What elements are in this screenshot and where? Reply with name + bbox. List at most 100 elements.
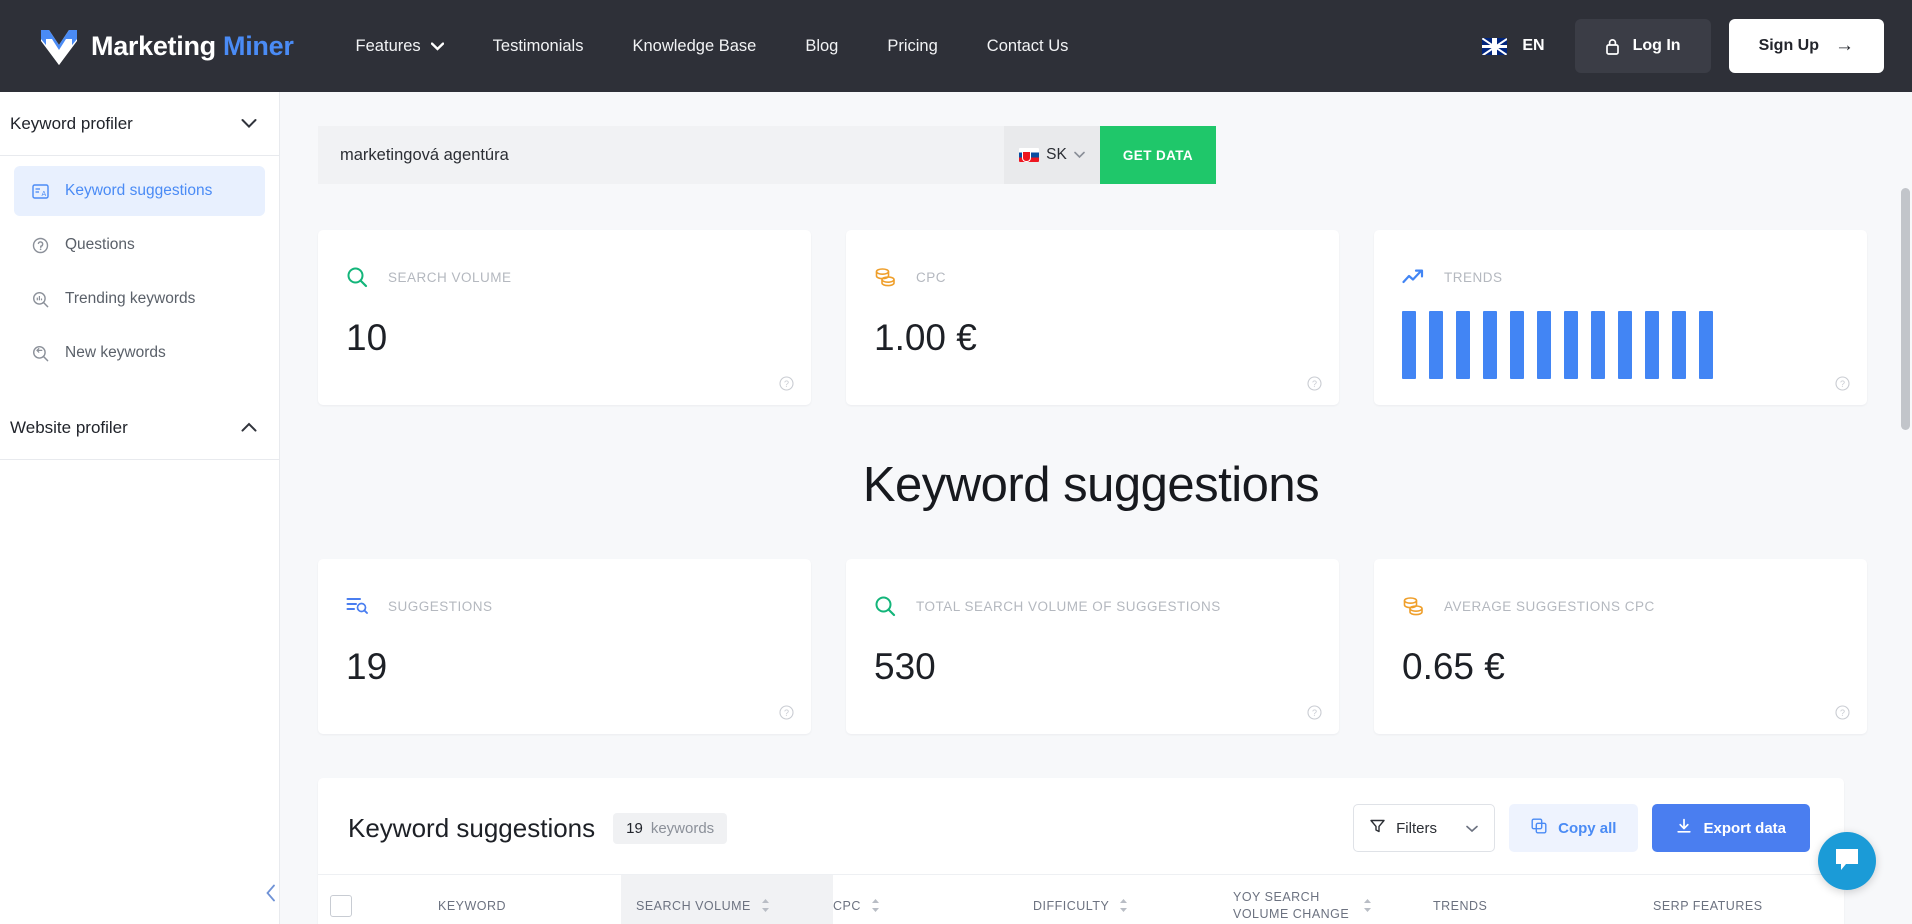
nav-item-knowledge-base[interactable]: Knowledge Base	[632, 37, 756, 56]
nav-item-contact-us[interactable]: Contact Us	[987, 37, 1069, 56]
sign-up-button[interactable]: Sign Up →	[1728, 19, 1884, 73]
filters-button[interactable]: Filters	[1353, 804, 1496, 852]
nav-item-testimonials[interactable]: Testimonials	[493, 37, 584, 56]
sidebar-group-keyword-profiler[interactable]: Keyword profiler	[0, 92, 279, 156]
metric-card-suggestions: Suggestions 19 ?	[318, 559, 811, 734]
column-label: Search volume	[636, 898, 751, 913]
sort-arrows-icon	[1118, 898, 1129, 913]
coins-icon	[874, 264, 900, 290]
sidebar-group-label: Website profiler	[10, 417, 128, 437]
table-header-serp-features: SERP features	[1653, 875, 1843, 924]
search-icon	[346, 264, 372, 290]
get-data-button[interactable]: GET DATA	[1100, 126, 1216, 184]
svg-text:?: ?	[1312, 708, 1317, 718]
arrow-right-icon: →	[1835, 35, 1854, 56]
column-label: Trends	[1433, 898, 1488, 913]
column-label: YOY search volume change	[1233, 889, 1350, 921]
card-label: Search volume	[388, 269, 512, 285]
trend-bar	[1483, 311, 1497, 379]
coins-icon	[1402, 593, 1428, 619]
trend-bar	[1699, 311, 1713, 379]
nav-label: Contact Us	[986, 36, 1069, 55]
sort-arrows-icon	[870, 898, 881, 913]
chat-widget-button[interactable]	[1818, 832, 1876, 890]
nav-label: Testimonials	[492, 36, 584, 55]
trend-bar	[1456, 311, 1470, 379]
page-scrollbar-track[interactable]	[1898, 92, 1912, 924]
logo-text: Marketing Miner	[91, 30, 294, 61]
table-header-select-all[interactable]	[318, 875, 438, 924]
sidebar-item-list: A Keyword suggestions Questions Trending…	[0, 156, 279, 396]
table-header-trends: Trends	[1433, 875, 1653, 924]
copy-all-button[interactable]: Copy all	[1509, 804, 1639, 852]
export-data-button[interactable]: Export data	[1652, 804, 1810, 852]
export-data-label: Export data	[1703, 819, 1786, 837]
sk-flag-icon	[1019, 148, 1040, 162]
select-all-checkbox[interactable]	[330, 894, 352, 917]
chevron-down-icon	[1466, 820, 1478, 837]
card-value: 530	[874, 646, 936, 687]
page-title: Keyword suggestions	[862, 458, 1320, 512]
language-selector[interactable]: EN	[1482, 37, 1545, 55]
table-header-yoy-change[interactable]: YOY search volume change	[1233, 875, 1433, 924]
lock-icon	[1605, 38, 1620, 55]
filters-label: Filters	[1396, 819, 1437, 837]
svg-text:A: A	[42, 191, 47, 198]
nav-item-pricing[interactable]: Pricing	[887, 37, 937, 56]
trend-bar	[1645, 311, 1659, 379]
help-icon[interactable]: ?	[1307, 376, 1322, 391]
table-header-difficulty[interactable]: Difficulty	[1033, 875, 1233, 924]
card-label: Suggestions	[388, 598, 493, 614]
card-value: 10	[346, 317, 388, 358]
sidebar-item-questions[interactable]: Questions	[14, 220, 265, 270]
trend-bar	[1618, 311, 1632, 379]
keyword-count-badge: 19 keywords	[613, 812, 728, 844]
country-selector[interactable]: SK	[1004, 126, 1100, 184]
metric-card-average-suggestions-cpc: Average suggestions CPC 0.65 € ?	[1374, 559, 1867, 734]
card-label: Average suggestions CPC	[1444, 598, 1655, 614]
log-in-button[interactable]: Log In	[1574, 19, 1711, 73]
search-input[interactable]	[318, 126, 1004, 184]
badge-label: keywords	[650, 819, 715, 837]
table-header-search-volume[interactable]: Search volume	[621, 874, 833, 924]
logo[interactable]: Marketing Miner	[38, 25, 294, 67]
nav-item-blog[interactable]: Blog	[805, 37, 838, 56]
trend-bar	[1510, 311, 1524, 379]
sidebar: Keyword profiler A Keyword suggestions Q…	[0, 92, 280, 924]
column-label: Difficulty	[1033, 898, 1110, 913]
help-icon[interactable]: ?	[1835, 705, 1850, 720]
card-value: 1.00 €	[874, 317, 977, 358]
help-icon[interactable]: ?	[1307, 705, 1322, 720]
table-header-cpc[interactable]: CPC	[833, 875, 1033, 924]
trend-bar	[1564, 311, 1578, 379]
card-label: Trends	[1444, 269, 1503, 285]
question-mark-icon	[32, 237, 54, 254]
page-scrollbar-thumb[interactable]	[1901, 188, 1910, 430]
language-code: EN	[1522, 37, 1545, 54]
help-icon[interactable]: ?	[779, 376, 794, 391]
nav-label: Blog	[805, 36, 839, 55]
trend-bar	[1591, 311, 1605, 379]
sidebar-group-website-profiler[interactable]: Website profiler	[0, 396, 279, 460]
log-in-label: Log In	[1632, 37, 1681, 54]
help-icon[interactable]: ?	[1835, 376, 1850, 391]
trend-bar	[1672, 311, 1686, 379]
help-icon[interactable]: ?	[779, 705, 794, 720]
card-label: CPC	[916, 269, 947, 285]
table-action-buttons: Filters Copy all Export data	[1353, 804, 1810, 852]
badge-count: 19	[626, 819, 643, 837]
sidebar-item-keyword-suggestions[interactable]: A Keyword suggestions	[14, 166, 265, 216]
sidebar-item-label: Keyword suggestions	[65, 182, 213, 199]
list-search-icon	[346, 593, 372, 619]
sort-arrows-icon	[760, 898, 771, 913]
trend-bar	[1429, 311, 1443, 379]
card-value: 0.65 €	[1402, 646, 1505, 687]
card-header: Suggestions	[346, 593, 811, 619]
trends-bar-chart	[1402, 311, 1867, 379]
sidebar-item-new-keywords[interactable]: New keywords	[14, 328, 265, 378]
sidebar-item-trending-keywords[interactable]: Trending keywords	[14, 274, 265, 324]
nav-item-features[interactable]: Features	[356, 37, 444, 56]
metric-card-search-volume: Search volume 10 ?	[318, 230, 811, 405]
column-label: SERP features	[1653, 898, 1763, 913]
metric-card-cpc: CPC 1.00 € ?	[846, 230, 1339, 405]
